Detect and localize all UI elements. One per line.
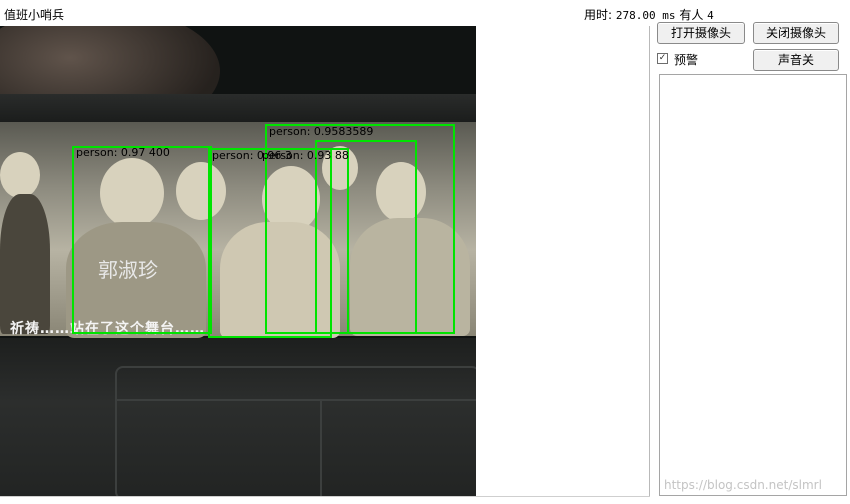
video-phone-bezel	[0, 94, 476, 124]
close-camera-button[interactable]: 关闭摄像头	[753, 22, 839, 44]
video-person	[0, 194, 50, 334]
status-readout: 用时: 278.00 ms 有人 4	[584, 6, 714, 23]
video-touchpad	[115, 366, 476, 496]
app-title: 值班小哨兵	[4, 8, 65, 22]
video-empty-area	[476, 26, 649, 496]
people-count: 4	[707, 9, 714, 22]
alert-list[interactable]	[659, 74, 847, 496]
detection-label: person: 0.97 400	[76, 146, 170, 159]
open-camera-button[interactable]: 打开摄像头	[657, 22, 745, 44]
sound-toggle-button[interactable]: 声音关	[753, 49, 839, 71]
video-touchpad-edge	[115, 399, 476, 401]
camera-video-frame: 郭淑珍 祈祷……站在了这个舞台…… person: 0.97 400 perso…	[0, 26, 476, 496]
panel-divider	[649, 26, 650, 496]
elapsed-value: 278.00 ms	[615, 9, 676, 22]
detection-box	[72, 146, 212, 334]
detection-label: person: 0.9583589	[269, 125, 374, 138]
elapsed-label: 用时:	[584, 8, 613, 22]
alarm-label[interactable]: 预警	[674, 51, 698, 68]
alarm-checkbox[interactable]: ✓	[657, 53, 668, 64]
people-label: 有人	[679, 8, 704, 22]
title-bar: 值班小哨兵 用时: 278.00 ms 有人 4	[0, 0, 850, 24]
video-face	[0, 152, 40, 198]
video-bottom-border	[0, 496, 650, 497]
watermark: https://blog.csdn.net/slmrl	[664, 478, 822, 492]
video-touchpad-split	[320, 399, 322, 496]
detection-label: person: 0.93 88	[262, 149, 349, 162]
detection-box	[315, 148, 349, 334]
